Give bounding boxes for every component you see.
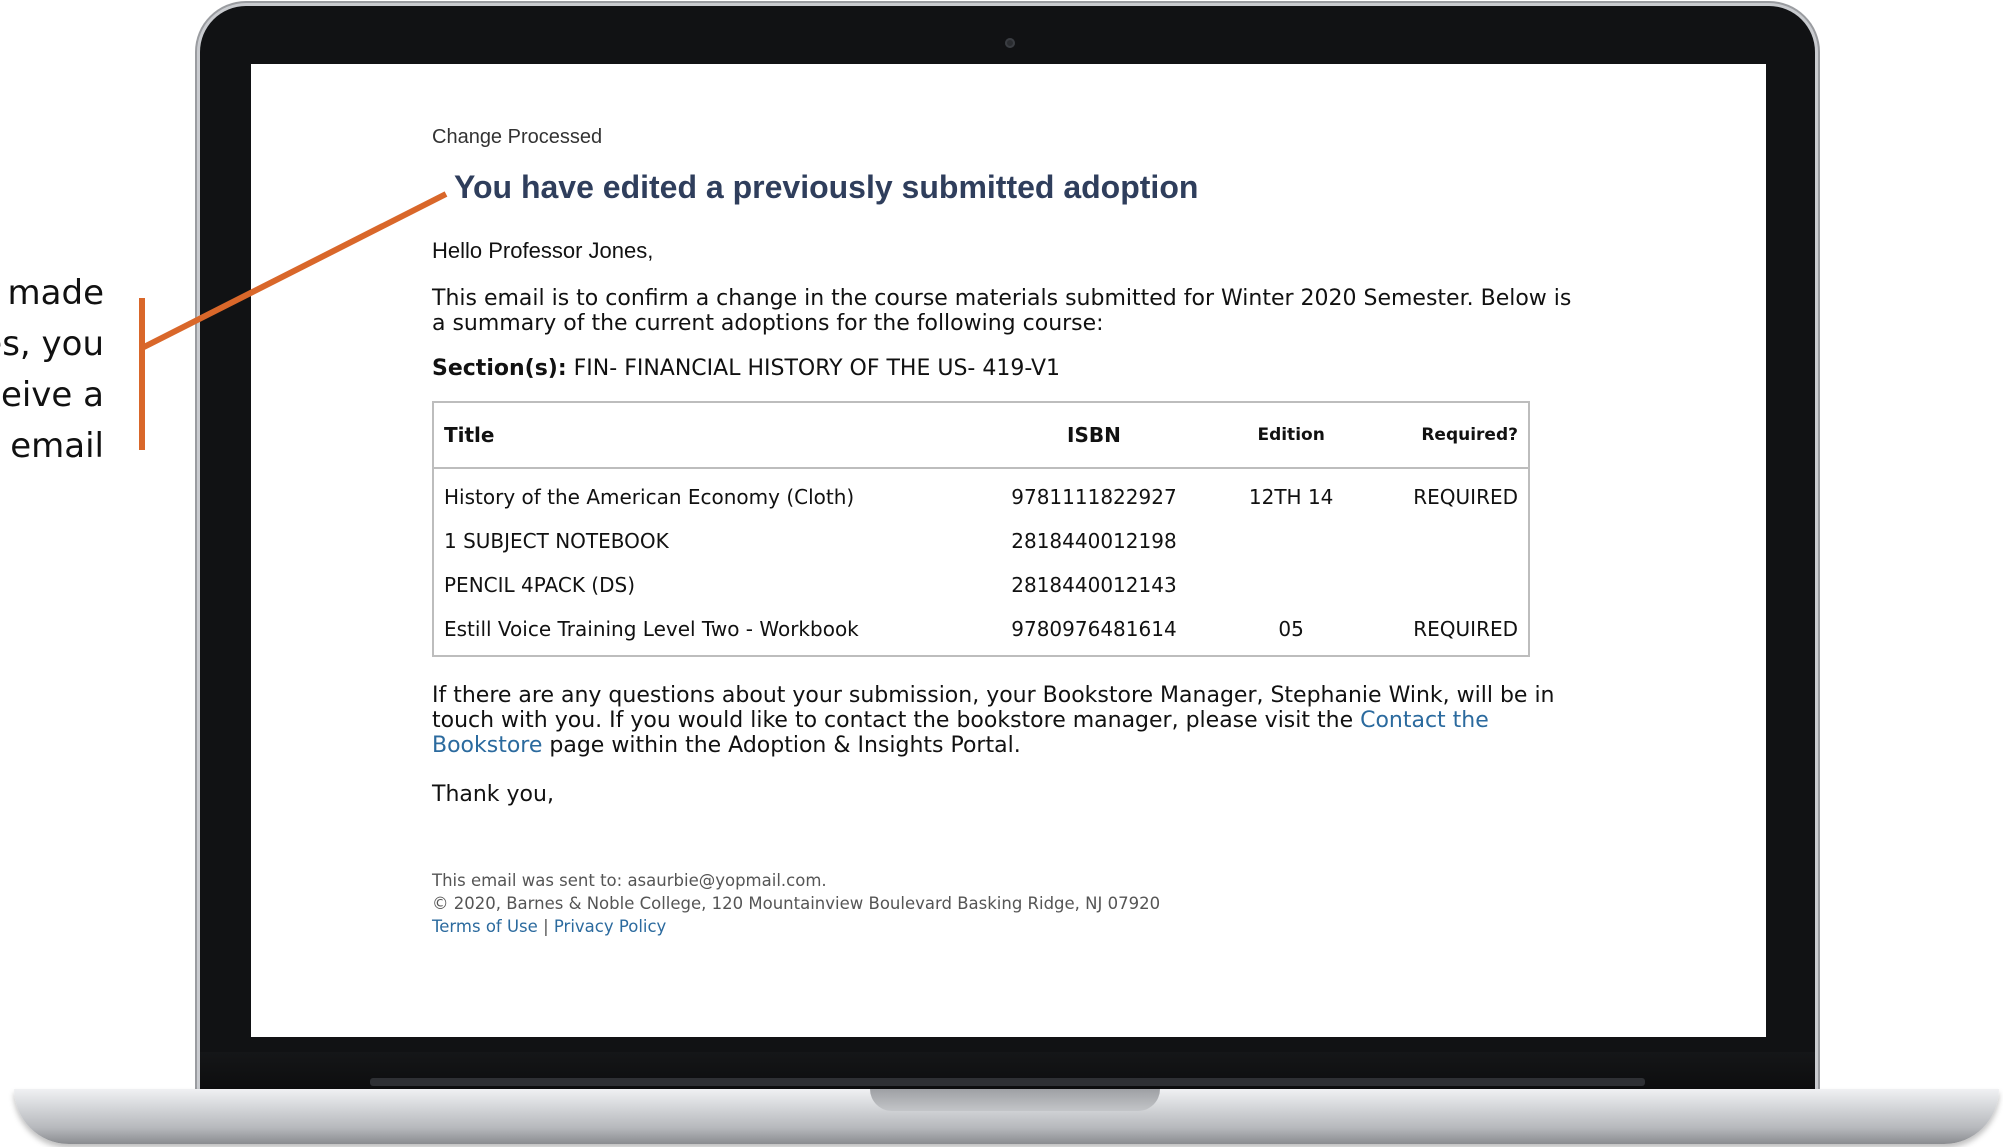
- annotation-line: email: [10, 426, 104, 466]
- annotation-line: es, you: [0, 324, 104, 364]
- cell-required: [1370, 519, 1529, 563]
- questions-text-end: page within the Adoption & Insights Port…: [542, 733, 1021, 758]
- cell-title: 1 SUBJECT NOTEBOOK: [444, 529, 669, 553]
- email-body: Change Processed You have edited a previ…: [432, 126, 1582, 938]
- cell-title: History of the American Economy (Cloth): [444, 485, 855, 509]
- cell-edition: 12TH 14: [1248, 485, 1334, 509]
- table-header-row: Title ISBN Edition Required?: [433, 402, 1529, 469]
- annotation-line: made: [7, 273, 104, 313]
- email-intro: This email is to confirm a change in the…: [432, 286, 1572, 336]
- cell-edition: [1213, 519, 1370, 563]
- section-label: Section(s):: [432, 356, 567, 381]
- materials-table: Title ISBN Edition Required? History of …: [432, 401, 1530, 657]
- laptop-base: [14, 1089, 1999, 1144]
- cell-isbn: 9781111822927: [1011, 485, 1177, 509]
- footer-sent-to: This email was sent to: asaurbie@yopmail…: [432, 871, 827, 890]
- hinge: [370, 1078, 1645, 1086]
- footer-links: Terms of Use | Privacy Policy: [432, 915, 1582, 938]
- footer-separator: |: [543, 917, 549, 936]
- email-greeting: Hello Professor Jones,: [432, 238, 654, 263]
- email-signoff: Thank you,: [432, 782, 554, 807]
- cell-required: REQUIRED: [1413, 485, 1518, 509]
- section-value: FIN- FINANCIAL HISTORY OF THE US- 419-V1: [573, 356, 1061, 381]
- table-row: History of the American Economy (Cloth) …: [433, 468, 1529, 519]
- header-isbn: ISBN: [975, 402, 1213, 469]
- header-title: Title: [433, 402, 976, 469]
- cell-title: Estill Voice Training Level Two - Workbo…: [444, 617, 859, 641]
- header-edition: Edition: [1212, 402, 1370, 469]
- header-required: Required?: [1369, 402, 1529, 469]
- annotation-callout: made es, you ceive a email: [0, 268, 104, 478]
- questions-paragraph: If there are any questions about your su…: [432, 683, 1582, 758]
- table-row: PENCIL 4PACK (DS) 2818440012143: [433, 563, 1529, 607]
- cell-edition: [1213, 563, 1370, 607]
- email-footer: This email was sent to: asaurbie@yopmail…: [432, 869, 1582, 938]
- email-brand-text: Change Processed: [432, 126, 603, 148]
- cell-edition: 05: [1278, 617, 1304, 641]
- privacy-policy-link[interactable]: Privacy Policy: [554, 917, 666, 936]
- terms-of-use-link[interactable]: Terms of Use: [432, 917, 538, 936]
- email-headline: You have edited a previously submitted a…: [454, 169, 1199, 205]
- annotation-line: ceive a: [0, 375, 104, 415]
- cell-title: PENCIL 4PACK (DS): [444, 573, 635, 597]
- cell-isbn: 9780976481614: [1011, 617, 1177, 641]
- cell-required: [1370, 563, 1529, 607]
- table-row: 1 SUBJECT NOTEBOOK 2818440012198: [433, 519, 1529, 563]
- annotation-text: made es, you ceive a email: [0, 268, 104, 472]
- footer-copyright: © 2020, Barnes & Noble College, 120 Moun…: [432, 894, 1161, 913]
- cell-isbn: 2818440012143: [1011, 573, 1177, 597]
- section-line: Section(s): FIN- FINANCIAL HISTORY OF TH…: [432, 356, 1582, 381]
- table-row: Estill Voice Training Level Two - Workbo…: [433, 607, 1529, 656]
- laptop-screen: Change Processed You have edited a previ…: [251, 64, 1766, 1037]
- cell-required: REQUIRED: [1413, 617, 1518, 641]
- camera-icon: [1005, 38, 1015, 48]
- laptop-notch: [870, 1089, 1160, 1111]
- cell-isbn: 2818440012198: [1011, 529, 1177, 553]
